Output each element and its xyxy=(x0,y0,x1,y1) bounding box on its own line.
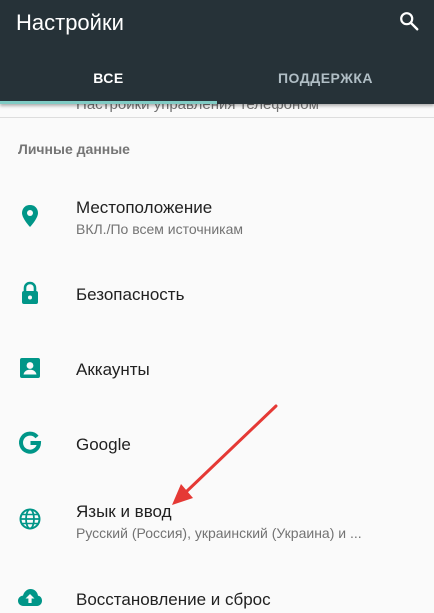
active-tab-indicator xyxy=(0,101,217,104)
settings-item-subtitle: ВКЛ./По всем источникам xyxy=(76,221,244,237)
settings-item-title: Безопасность xyxy=(76,285,185,304)
settings-item-title: Восстановление и сброс xyxy=(76,590,271,609)
page-title: Настройки xyxy=(16,10,124,35)
settings-item-backup-reset[interactable]: Восстановление и сброс xyxy=(0,570,434,613)
lock-icon xyxy=(17,280,43,306)
search-button[interactable] xyxy=(396,8,422,34)
settings-item-title: Аккаунты xyxy=(76,360,150,379)
settings-item-language-input[interactable]: Язык и ввод Русский (Россия), украинский… xyxy=(0,490,434,554)
settings-item-location[interactable]: Местоположение ВКЛ./По всем источникам xyxy=(0,184,434,248)
tab-all[interactable]: ВСЕ xyxy=(0,70,217,90)
settings-item-title: Местоположение xyxy=(76,198,213,217)
settings-item-security[interactable]: Безопасность xyxy=(0,262,434,326)
scrolled-off-item-text: Настройки управления телефоном xyxy=(76,104,319,113)
settings-item-subtitle: Русский (Россия), украинский (Украина) и… xyxy=(76,525,362,541)
app-bar: Настройки ВСЕ ПОДДЕРЖКА xyxy=(0,0,434,104)
settings-item-title: Google xyxy=(76,435,131,454)
cloud-upload-icon xyxy=(17,584,43,610)
location-pin-icon xyxy=(17,203,43,229)
divider xyxy=(0,117,434,118)
globe-icon xyxy=(17,506,43,532)
settings-item-google[interactable]: Google xyxy=(0,412,434,476)
settings-item-title: Язык и ввод xyxy=(76,502,172,521)
search-icon xyxy=(400,12,419,31)
account-box-icon xyxy=(17,355,43,381)
google-g-icon xyxy=(17,429,43,455)
settings-item-accounts[interactable]: Аккаунты xyxy=(0,337,434,401)
tab-support[interactable]: ПОДДЕРЖКА xyxy=(217,70,434,90)
section-header-personal: Личные данные xyxy=(18,141,130,157)
scrolled-off-item: Настройки управления телефоном xyxy=(0,104,434,117)
